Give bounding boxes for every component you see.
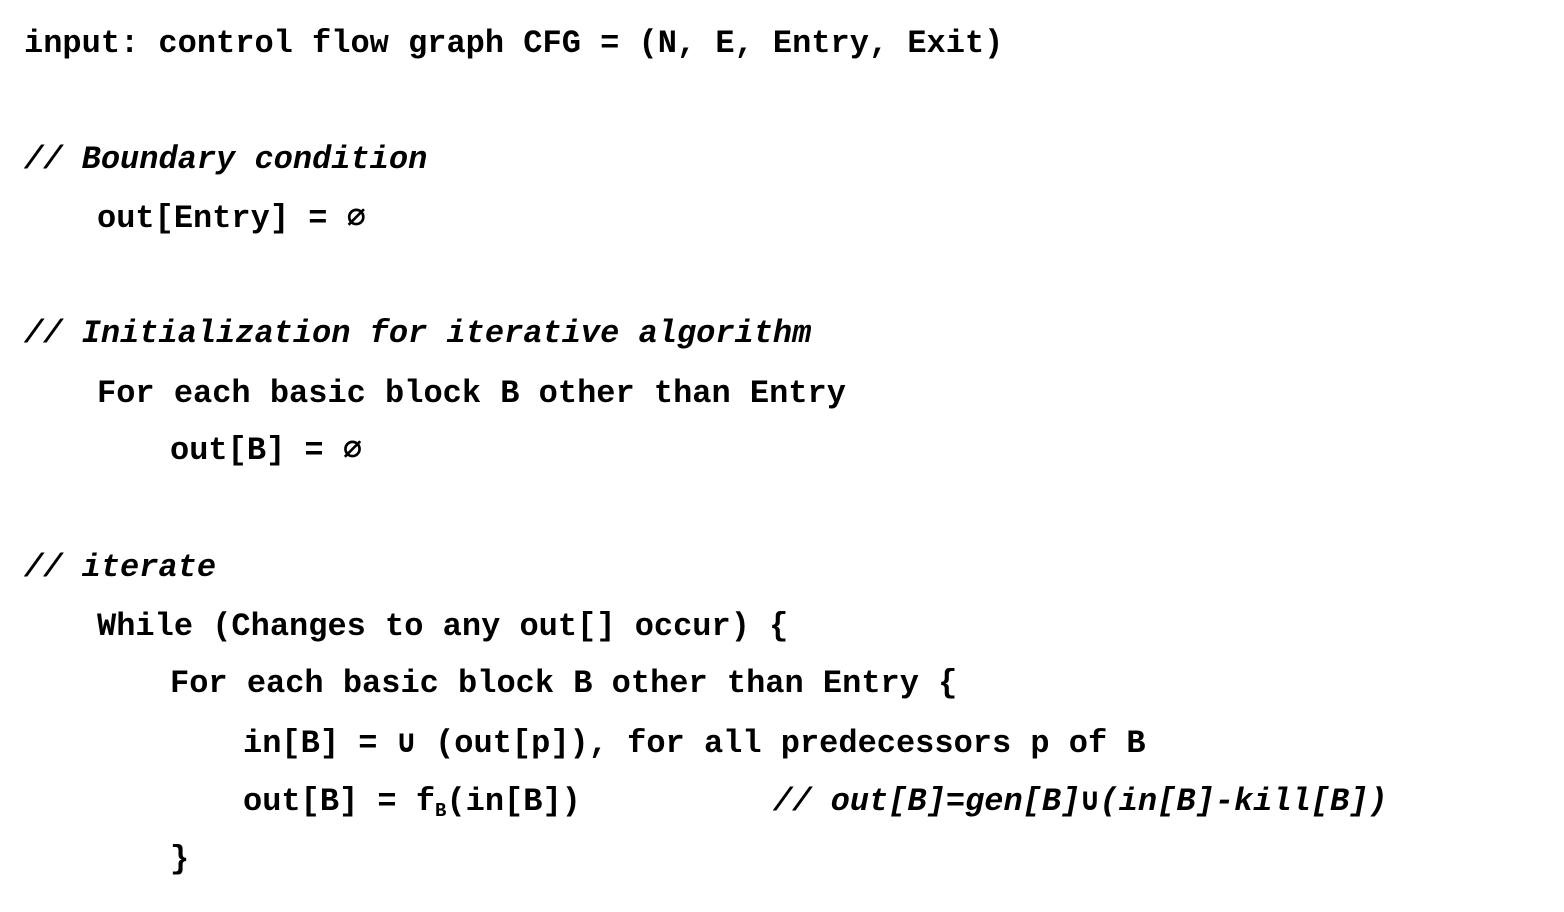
iterate-comment: // iterate — [24, 549, 217, 586]
in-b-line: in[B] = ∪ (out[p]), for all predecessors… — [243, 725, 1146, 762]
boundary-comment: // Boundary condition — [24, 141, 428, 178]
input-line: input: control flow graph CFG = (N, E, E… — [24, 25, 1004, 62]
for-each-init-line: For each basic block B other than Entry — [97, 375, 846, 412]
algorithm-document: input: control flow graph CFG = (N, E, E… — [0, 0, 1564, 912]
out-b-init-line: out[B] = ∅ — [170, 432, 363, 469]
while-line: While (Changes to any out[] occur) { — [97, 608, 789, 645]
out-b-suffix: (in[B]) — [446, 783, 581, 820]
init-comment: // Initialization for iterative algorith… — [24, 315, 812, 352]
out-b-subscript: B — [435, 800, 447, 822]
close-brace: } — [170, 841, 190, 878]
out-b-transfer-line: out[B] = fB(in[B]) — [243, 782, 581, 822]
out-b-comment: // out[B]=gen[B]∪(in[B]-kill[B]) — [773, 783, 1388, 820]
for-each-loop-line: For each basic block B other than Entry … — [170, 665, 958, 702]
out-b-prefix: out[B] = f — [243, 783, 436, 820]
out-entry-line: out[Entry] = ∅ — [97, 200, 366, 237]
